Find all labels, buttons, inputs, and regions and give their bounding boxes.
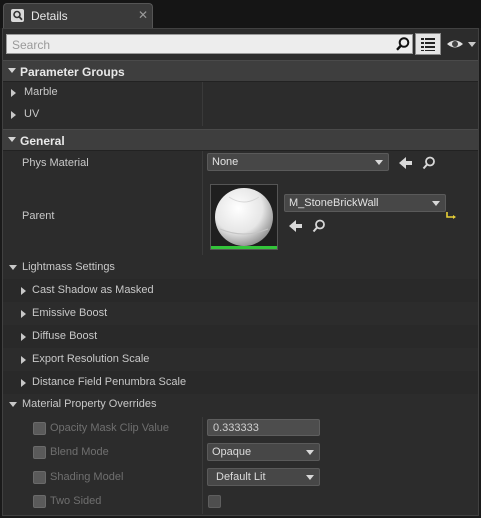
dropdown-value: Opaque [212,446,252,458]
lightmass-settings-label: Lightmass Settings [22,261,115,273]
parent-label: Parent [22,210,55,222]
tab-title: Details [31,9,68,23]
override-checkbox[interactable] [33,446,46,459]
phys-material-dropdown[interactable]: None [207,153,389,171]
dropdown-value: Default Lit [216,471,266,483]
lightmass-item-label: Emissive Boost [32,307,108,319]
two-sided-label: Two Sided [50,495,102,507]
opacity-mask-input[interactable]: 0.333333 [207,419,320,436]
tab-bar: Details ✕ [0,0,481,28]
opacity-mask-value: 0.333333 [213,422,259,434]
group-item-uv[interactable]: UV [3,103,478,126]
property-matrix-button[interactable] [415,33,441,55]
magnifier-icon[interactable] [311,218,327,234]
chevron-down-icon [306,475,314,480]
group-label: Marble [24,86,58,98]
arrow-left-icon[interactable] [398,155,414,171]
shading-model-dropdown[interactable]: Default Lit [207,468,320,486]
category-parameter-groups[interactable]: Parameter Groups [3,60,478,82]
lightmass-item-label: Cast Shadow as Masked [32,284,154,296]
material-property-overrides-group[interactable]: Material Property Overrides [3,393,478,416]
arrow-left-icon[interactable] [288,218,304,234]
blend-mode-dropdown[interactable]: Opaque [207,443,320,461]
details-icon [11,9,24,22]
list-view-icon [421,38,435,51]
override-checkbox[interactable] [33,471,46,484]
lightmass-item[interactable]: Diffuse Boost [3,325,478,348]
details-panel: Search Parameter Groups Marble UV Genera [2,28,479,516]
tab-details[interactable]: Details ✕ [3,3,153,28]
collapsed-arrow-icon [11,111,16,119]
material-sphere-preview [215,188,273,246]
collapsed-arrow-icon [21,287,26,295]
chevron-down-icon [375,160,383,165]
expanded-arrow-icon [8,137,16,142]
reset-to-default-icon[interactable] [445,209,457,221]
chevron-down-icon [306,450,314,455]
collapsed-arrow-icon [11,89,16,97]
thumbnail-accent-bar [211,246,277,249]
collapsed-arrow-icon [21,356,26,364]
lightmass-item[interactable]: Distance Field Penumbra Scale [3,371,478,394]
opacity-mask-label: Opacity Mask Clip Value [50,422,170,434]
phys-material-label: Phys Material [22,157,89,169]
parent-dropdown[interactable]: M_StoneBrickWall [284,194,446,212]
two-sided-row: Two Sided [3,490,478,513]
lightmass-item-label: Diffuse Boost [32,330,98,342]
group-label: UV [24,108,40,120]
lightmass-item-label: Export Resolution Scale [32,353,150,365]
expanded-arrow-icon [9,265,17,270]
collapsed-arrow-icon [21,333,26,341]
search-field[interactable]: Search [6,34,413,54]
lightmass-item[interactable]: Export Resolution Scale [3,348,478,371]
shading-model-label: Shading Model [50,471,124,483]
category-title: Parameter Groups [20,65,125,79]
override-checkbox[interactable] [33,422,46,435]
overrides-label: Material Property Overrides [22,398,157,410]
material-thumbnail[interactable] [210,184,278,250]
expanded-arrow-icon [8,68,16,73]
collapsed-arrow-icon [21,310,26,318]
dropdown-value: M_StoneBrickWall [289,197,379,209]
chevron-down-icon [432,201,440,206]
dropdown-value: None [212,156,239,168]
category-general[interactable]: General [3,129,478,151]
search-icon[interactable] [395,36,411,52]
lightmass-item[interactable]: Cast Shadow as Masked [3,279,478,302]
lightmass-item[interactable]: Emissive Boost [3,302,478,325]
lightmass-settings-group[interactable]: Lightmass Settings [3,256,478,279]
expanded-arrow-icon [9,402,17,407]
collapsed-arrow-icon [21,379,26,387]
group-item-marble[interactable]: Marble [3,81,478,104]
two-sided-checkbox[interactable] [208,495,221,508]
search-input[interactable]: Search [12,38,50,52]
category-title: General [20,134,65,148]
override-checkbox[interactable] [33,495,46,508]
blend-mode-label: Blend Mode [50,446,109,458]
magnifier-icon[interactable] [421,155,437,171]
eye-icon[interactable] [445,36,477,52]
lightmass-item-label: Distance Field Penumbra Scale [32,376,187,388]
close-icon[interactable]: ✕ [138,8,148,22]
